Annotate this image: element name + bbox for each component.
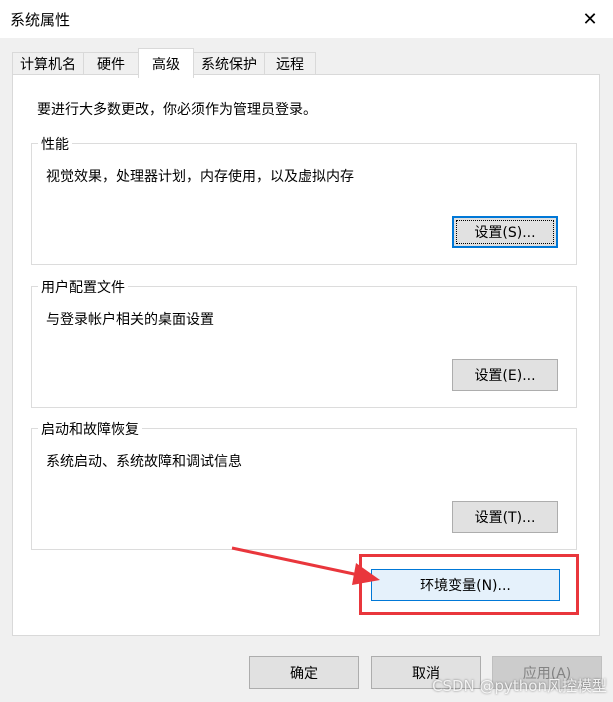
advanced-tab-panel: 要进行大多数更改，你必须作为管理员登录。 性能 视觉效果，处理器计划，内存使用，… <box>12 74 600 636</box>
user-profiles-group-title: 用户配置文件 <box>38 277 128 297</box>
cancel-button[interactable]: 取消 <box>371 656 481 689</box>
ok-button[interactable]: 确定 <box>249 656 359 689</box>
admin-notice: 要进行大多数更改，你必须作为管理员登录。 <box>37 102 317 118</box>
dialog-body: 计算机名 硬件 高级 系统保护 远程 要进行大多数更改，你必须作为管理员登录。 … <box>0 38 613 702</box>
performance-group: 性能 视觉效果，处理器计划，内存使用，以及虚拟内存 设置(S)... <box>31 134 577 265</box>
performance-settings-button[interactable]: 设置(S)... <box>452 216 558 248</box>
close-icon[interactable]: ✕ <box>567 0 613 38</box>
user-profiles-description: 与登录帐户相关的桌面设置 <box>46 312 214 328</box>
startup-recovery-group-title: 启动和故障恢复 <box>38 419 142 439</box>
startup-recovery-description: 系统启动、系统故障和调试信息 <box>46 454 242 470</box>
startup-recovery-settings-button[interactable]: 设置(T)... <box>452 501 558 533</box>
tab-advanced[interactable]: 高级 <box>138 48 194 78</box>
performance-description: 视觉效果，处理器计划，内存使用，以及虚拟内存 <box>46 169 354 185</box>
tab-hardware[interactable]: 硬件 <box>83 52 139 74</box>
system-properties-window: 系统属性 ✕ 计算机名 硬件 高级 系统保护 远程 要进行大多数更改，你必须作为… <box>0 0 613 702</box>
startup-recovery-group: 启动和故障恢复 系统启动、系统故障和调试信息 设置(T)... <box>31 419 577 550</box>
tab-computer-name[interactable]: 计算机名 <box>12 52 84 74</box>
tab-remote[interactable]: 远程 <box>264 52 316 74</box>
user-profiles-group: 用户配置文件 与登录帐户相关的桌面设置 设置(E)... <box>31 277 577 408</box>
window-title: 系统属性 <box>10 11 71 29</box>
title-bar: 系统属性 ✕ <box>0 0 613 38</box>
performance-group-title: 性能 <box>38 134 72 154</box>
user-profiles-settings-button[interactable]: 设置(E)... <box>452 359 558 391</box>
tab-system-protection[interactable]: 系统保护 <box>193 52 265 74</box>
apply-button[interactable]: 应用(A) <box>492 656 602 689</box>
environment-variables-button[interactable]: 环境变量(N)... <box>371 569 560 601</box>
